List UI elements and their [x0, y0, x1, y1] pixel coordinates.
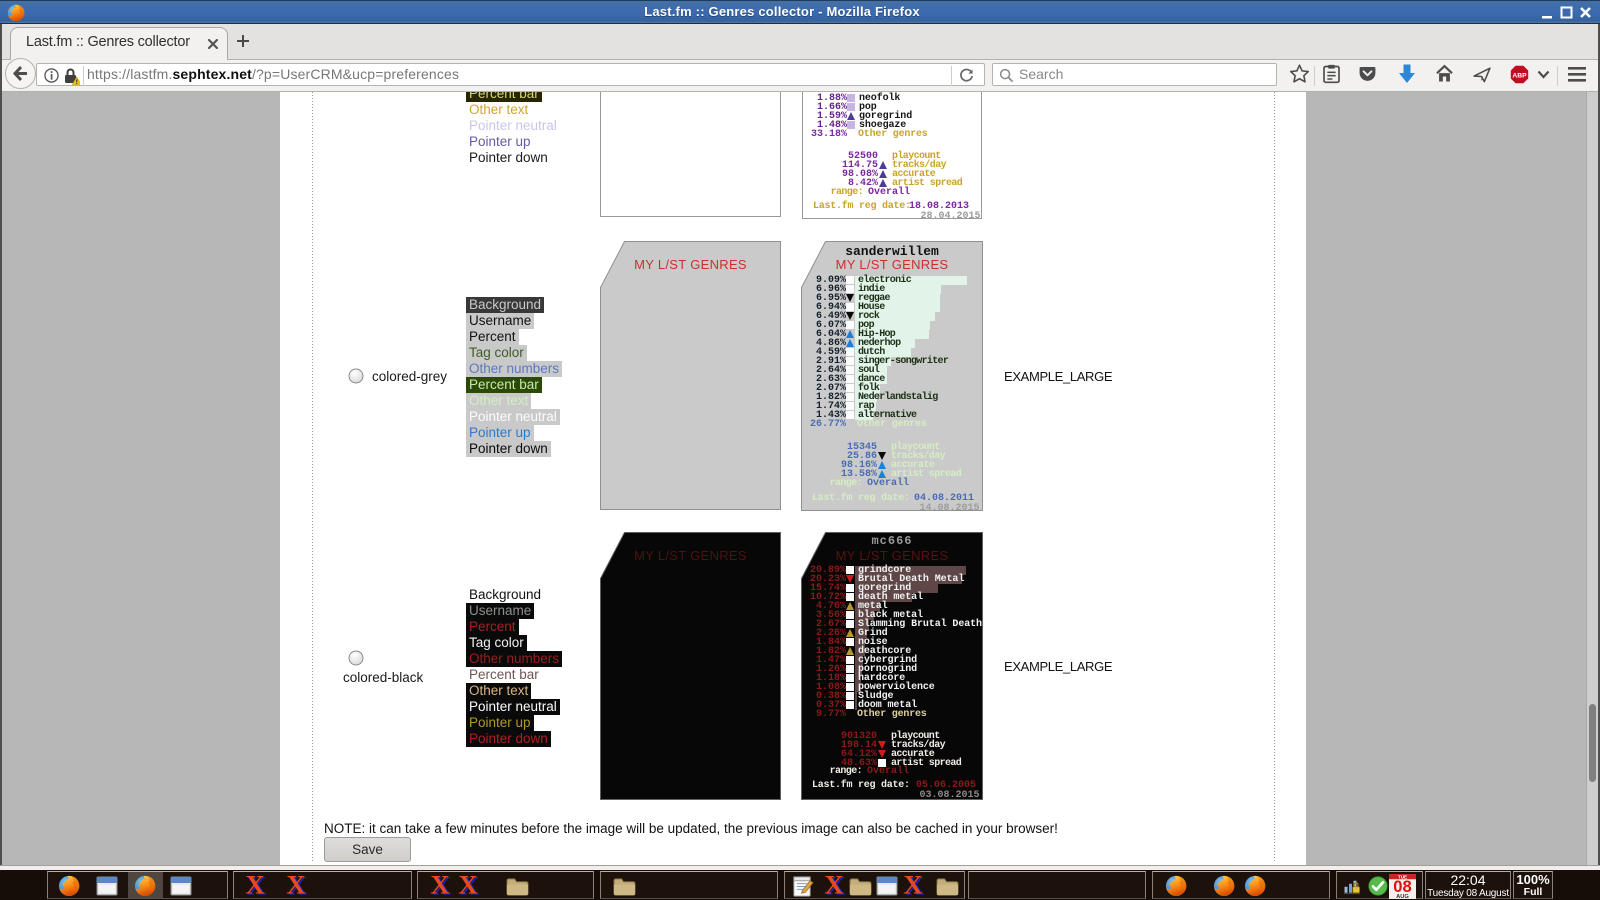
svg-text:ABP: ABP	[1512, 72, 1527, 79]
svg-text:X: X	[430, 875, 449, 896]
svg-text:X: X	[286, 875, 305, 896]
svg-text:X: X	[245, 875, 264, 896]
svg-text:X: X	[903, 875, 922, 896]
svg-text:AUG: AUG	[1396, 894, 1409, 899]
svg-text:X: X	[824, 875, 843, 896]
svg-text:X: X	[458, 875, 477, 896]
